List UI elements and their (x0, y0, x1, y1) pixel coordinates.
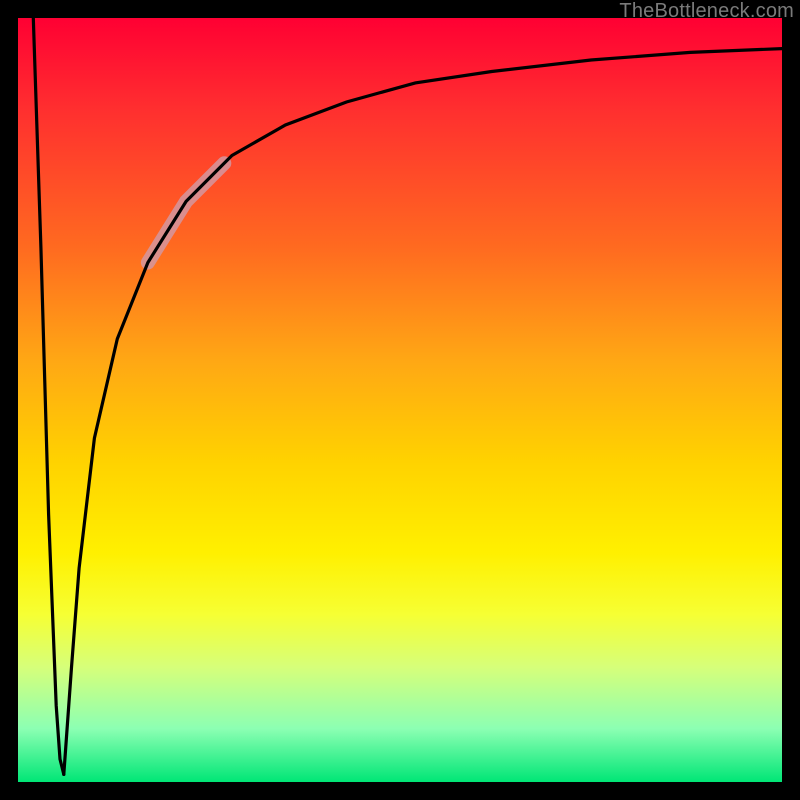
chart-frame: TheBottleneck.com (0, 0, 800, 800)
attribution-text: TheBottleneck.com (619, 0, 794, 23)
plot-area (18, 18, 782, 782)
